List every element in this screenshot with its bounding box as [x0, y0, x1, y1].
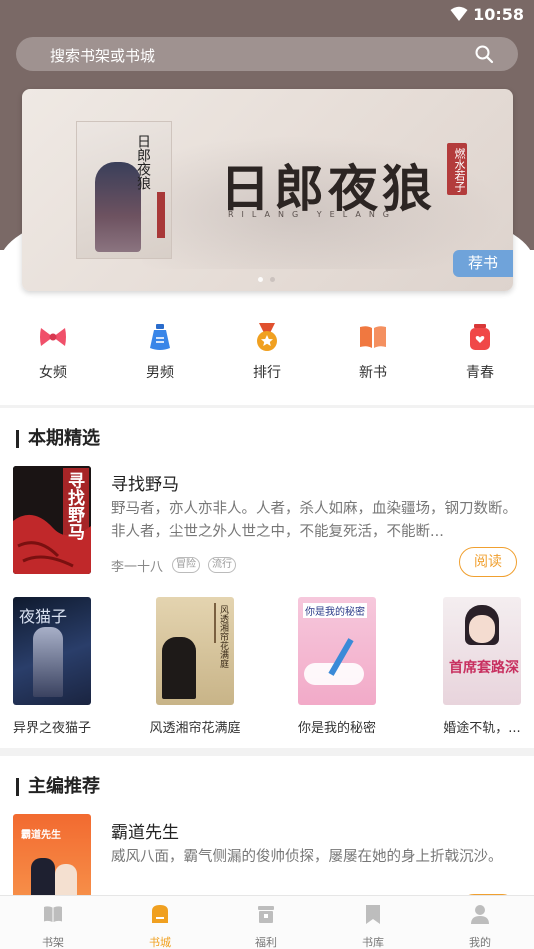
open-book-icon — [358, 322, 388, 352]
nav-welfare[interactable]: 福利 — [213, 896, 319, 949]
promo-banner[interactable]: 日郎夜狼 日郎夜狼 RILANG YELANG 燃水若子 荐书 — [22, 89, 513, 291]
heart-box-icon — [465, 322, 495, 352]
book-tag: 流行 — [208, 557, 236, 573]
book-title: 婚途不轨，... — [443, 721, 521, 736]
banner-tag: 荐书 — [453, 250, 513, 277]
book-item[interactable]: 夜猫子 异界之夜猫子 — [0, 597, 107, 736]
book-cover: 你是我的秘密 — [298, 597, 376, 705]
wifi-icon — [450, 6, 468, 21]
banner-book-cover: 日郎夜狼 — [76, 121, 172, 259]
section-editor-picks: 主编推荐 霸道先生 霸道先生 威风八面，霸气侧漏的俊帅侦探，屡屡在她的身上折戟沉… — [0, 756, 534, 924]
male-bottle-icon — [145, 322, 175, 352]
featured-book-title[interactable]: 霸道先生 — [111, 818, 179, 843]
status-time: 10:58 — [473, 5, 524, 24]
book-tag: 冒险 — [172, 557, 200, 573]
category-female[interactable]: 女频 — [8, 322, 98, 382]
category-row: 女频 男频 排行 新书 青春 — [0, 322, 534, 392]
book-cover: 风透湘帘花满庭 — [156, 597, 234, 705]
bow-icon — [38, 322, 68, 352]
search-bar[interactable]: 搜索书架或书城 — [16, 37, 518, 71]
nav-library[interactable]: 书库 — [320, 896, 426, 949]
status-bar: 10:58 — [0, 0, 534, 30]
category-new-books[interactable]: 新书 — [328, 322, 418, 382]
book-item[interactable]: 你是我的秘密 你是我的秘密 — [282, 597, 392, 736]
nav-bookstore[interactable]: 书城 — [107, 896, 213, 949]
category-male[interactable]: 男频 — [115, 322, 205, 382]
book-item[interactable]: 首席套路深 婚途不轨，... — [427, 597, 534, 736]
bookshelf-icon — [44, 906, 62, 922]
bookmark-icon — [366, 905, 380, 924]
bookstore-icon — [152, 905, 168, 923]
search-icon[interactable] — [474, 44, 494, 64]
featured-book-description: 威风八面，霸气侧漏的俊帅侦探，屡屡在她的身上折戟沉沙。 — [111, 849, 503, 865]
featured-cover-text: 寻找野马 — [64, 472, 84, 540]
featured-book-description: 野马者，亦人亦非人。人者，杀人如麻，血染疆场，钢刀数断。非人者，尘世之外人世之中… — [111, 501, 517, 540]
featured-book-cover[interactable]: 寻找野马 — [13, 466, 91, 574]
search-placeholder: 搜索书架或书城 — [50, 47, 156, 65]
banner-cover-title: 日郎夜狼 — [135, 134, 151, 190]
banner-page-dot[interactable] — [270, 277, 275, 282]
featured-book-title[interactable]: 寻找野马 — [111, 470, 179, 495]
user-icon — [471, 905, 489, 924]
featured-book-author: 李一十八 — [111, 560, 164, 575]
book-title: 风透湘帘花满庭 — [149, 721, 241, 736]
banner-page-dot[interactable] — [258, 277, 263, 282]
book-cover: 夜猫子 — [13, 597, 91, 705]
read-button[interactable]: 阅读 — [459, 547, 517, 577]
banner-subtitle: RILANG YELANG — [228, 210, 397, 219]
book-title: 你是我的秘密 — [297, 721, 376, 736]
banner-seal: 燃水若子 — [447, 143, 467, 195]
book-title: 异界之夜猫子 — [12, 721, 91, 736]
nav-profile[interactable]: 我的 — [427, 896, 533, 949]
section-heading: 本期精选 — [16, 430, 100, 448]
section-featured: 本期精选 寻找野马 寻找野马 野马者，亦人亦非人。人者，杀人如麻，血染疆场，钢刀… — [0, 408, 534, 748]
featured-cover-text: 霸道先生 — [21, 830, 61, 841]
book-item[interactable]: 风透湘帘花满庭 风透湘帘花满庭 — [140, 597, 250, 736]
book-cover: 首席套路深 — [443, 597, 521, 705]
medal-icon — [252, 322, 282, 352]
category-youth[interactable]: 青春 — [435, 322, 525, 382]
section-heading: 主编推荐 — [16, 778, 100, 796]
nav-bookshelf[interactable]: 书架 — [0, 896, 106, 949]
bottom-nav: 书架 书城 福利 书库 我的 — [0, 895, 534, 949]
gift-icon — [258, 906, 274, 923]
category-ranking[interactable]: 排行 — [222, 322, 312, 382]
